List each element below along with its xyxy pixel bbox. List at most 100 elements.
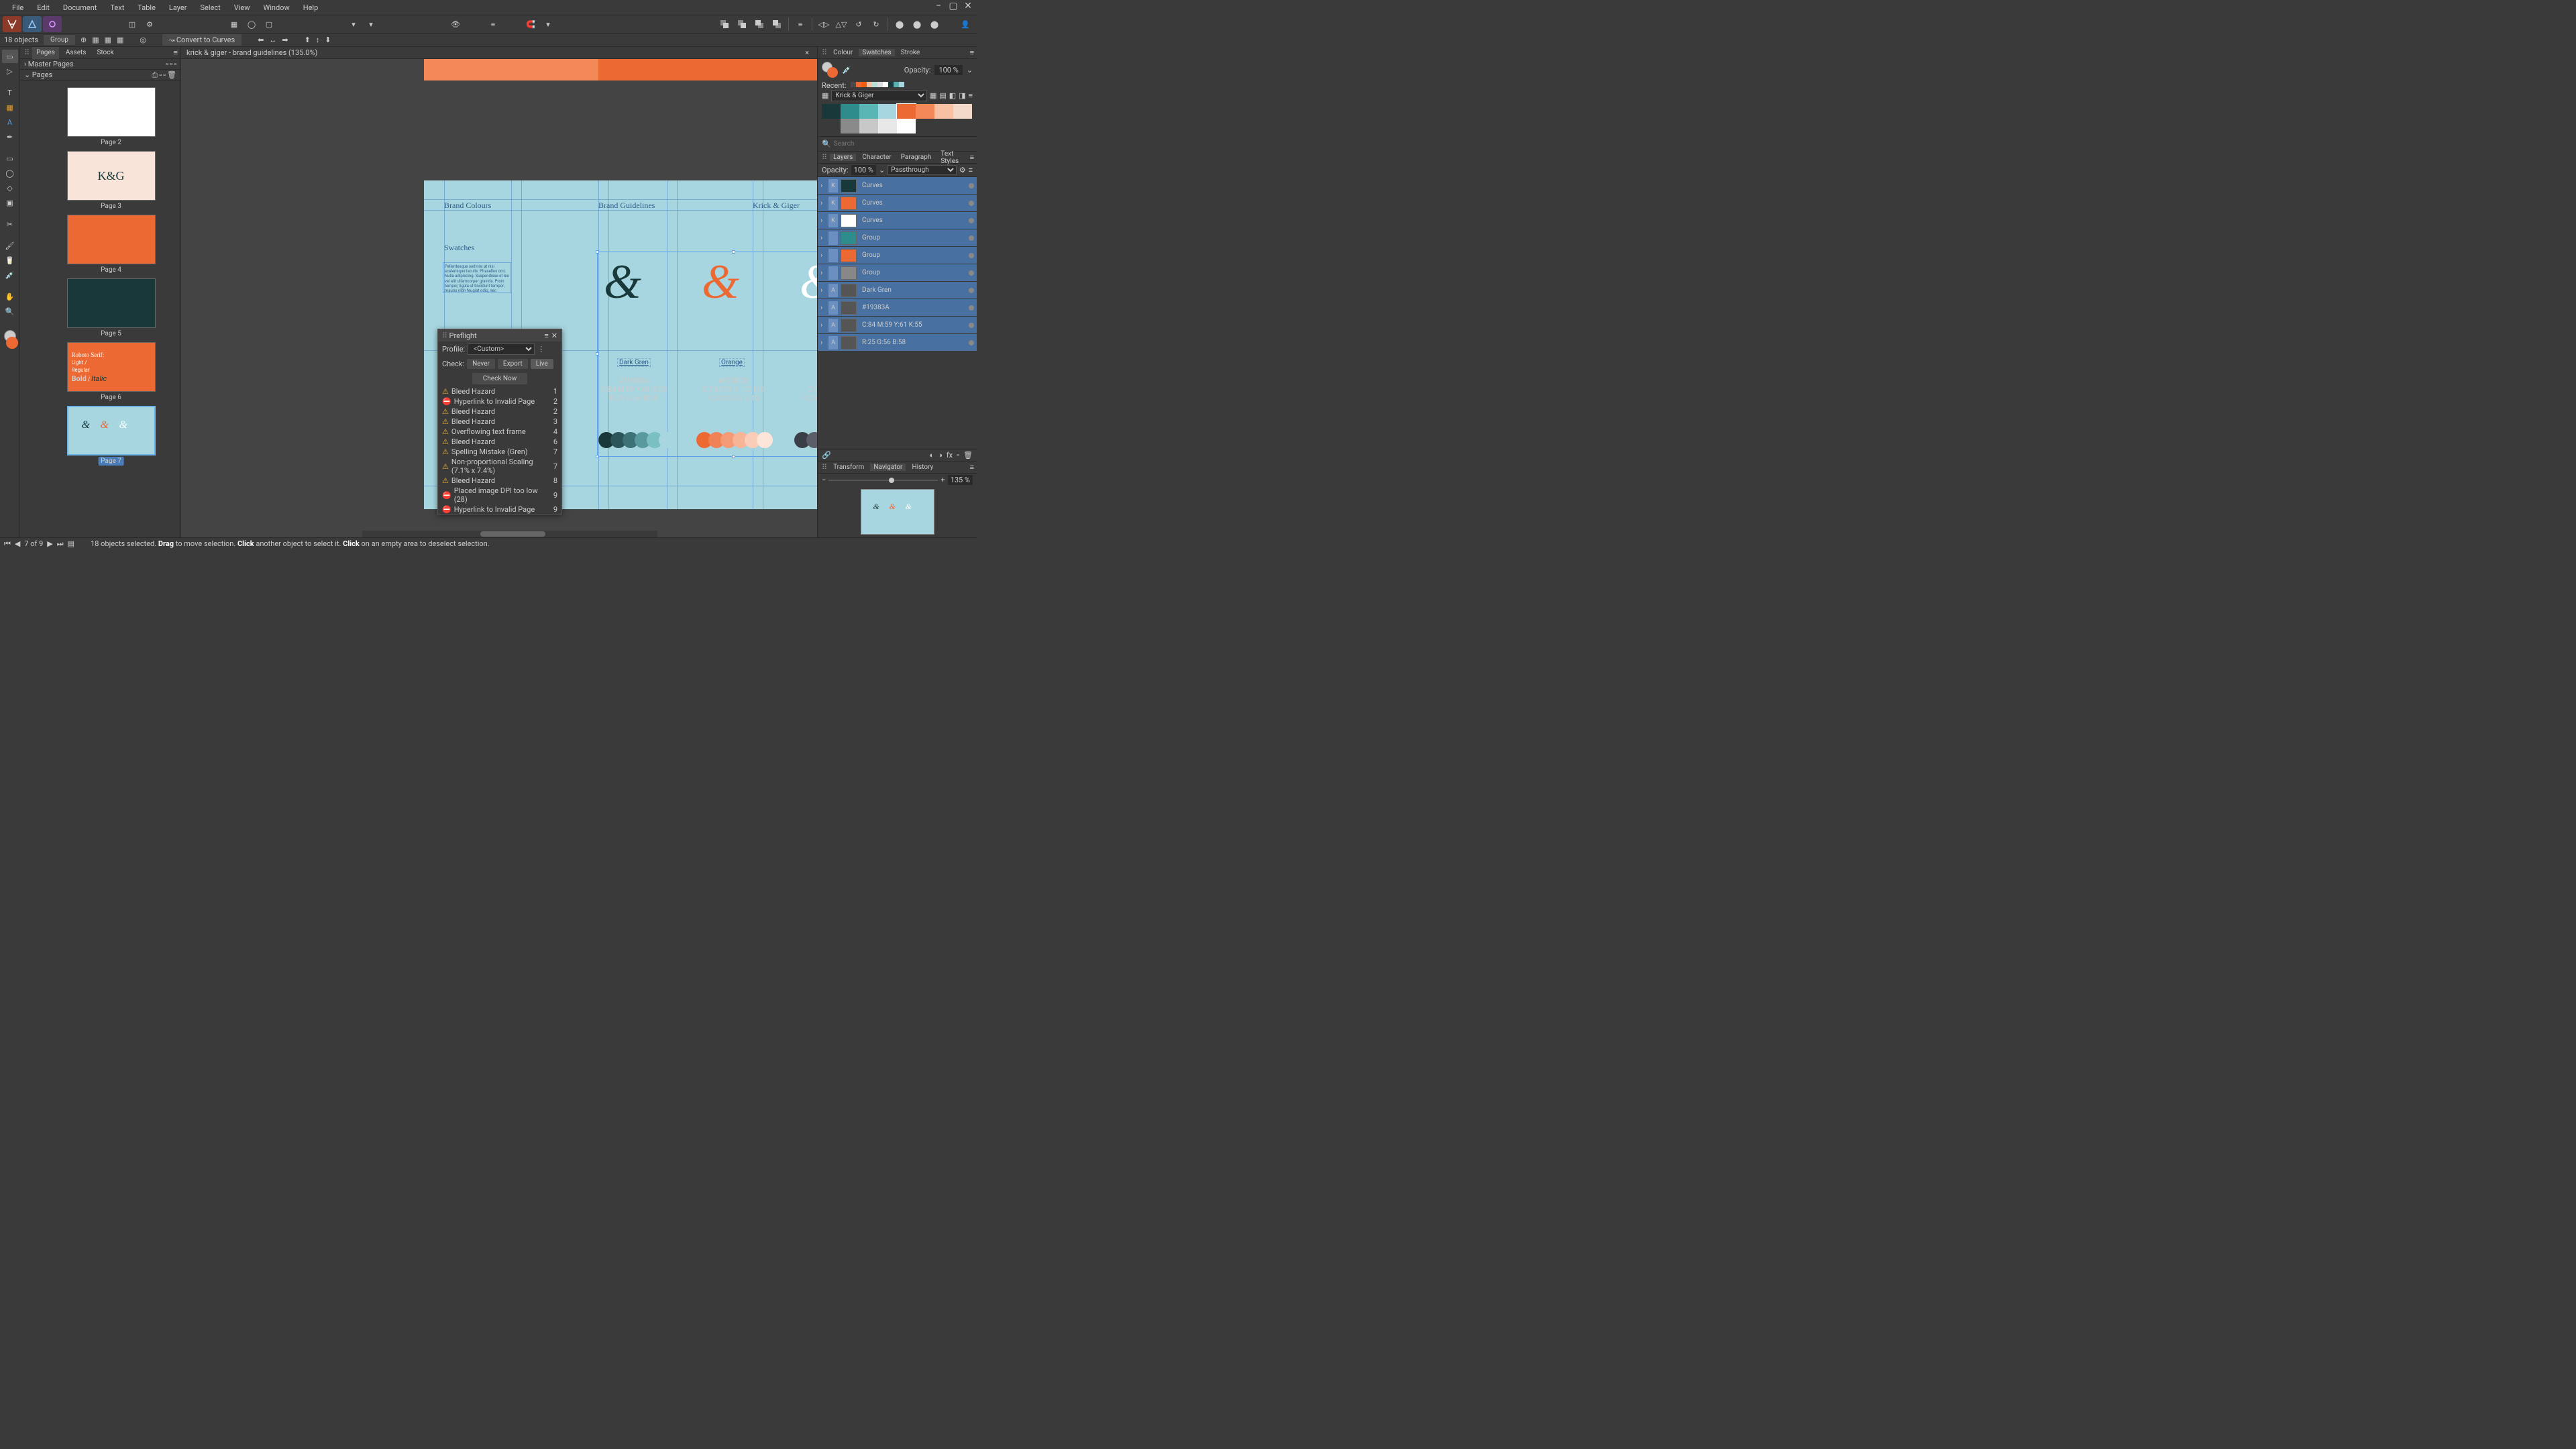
align-mid-icon[interactable]: ↕ (316, 36, 320, 44)
brush-tool-icon[interactable]: 🖌 (2, 239, 18, 252)
frame-text-tool-icon[interactable]: T (2, 86, 18, 99)
add-icon[interactable]: ▾ (345, 16, 362, 32)
visibility-toggle-icon[interactable] (969, 183, 974, 189)
pages-opts-icon[interactable]: ⎙ (152, 70, 158, 80)
align-left-icon[interactable]: ⬅ (258, 36, 264, 44)
view-mode-icon[interactable]: ◫ (123, 16, 141, 32)
check-now-button[interactable]: Check Now (472, 373, 527, 384)
align-bot-icon[interactable]: ⬇ (325, 36, 331, 44)
order-front-icon[interactable] (768, 16, 786, 32)
tab-layers[interactable]: Layers (830, 154, 856, 161)
preflight-item[interactable]: ⚠Bleed Hazard6 (438, 437, 561, 447)
swatch-add2-icon[interactable]: ◨ (959, 91, 965, 100)
layers-menu-icon[interactable]: ≡ (970, 153, 977, 162)
preflight-item[interactable]: ⚠Bleed Hazard1 (438, 386, 561, 396)
recent-swatch[interactable] (899, 82, 904, 87)
tab-swatches[interactable]: Swatches (859, 49, 894, 56)
bool-sub-icon[interactable]: ⬤ (908, 16, 926, 32)
palette-swatch[interactable] (897, 119, 916, 133)
master-dup-icon[interactable]: ▫ (170, 60, 172, 68)
layer-row[interactable]: ›Group (818, 264, 977, 282)
zoom-value[interactable]: 135 % (948, 475, 973, 485)
rotate-cw-icon[interactable]: ↻ (867, 16, 885, 32)
minimize-icon[interactable]: − (932, 0, 945, 12)
fill-color-swatch[interactable] (6, 337, 18, 349)
chevron-right-icon[interactable]: › (820, 181, 826, 190)
eyedropper-icon[interactable]: 💉 (842, 66, 851, 74)
preflight-item[interactable]: ⛔Hyperlink to Invalid Page2 (438, 396, 561, 407)
snap-icon[interactable]: 🧲 (522, 16, 539, 32)
toggle2-icon[interactable]: ▢ (260, 16, 278, 32)
swatch-add-icon[interactable]: ◧ (949, 91, 956, 100)
menu-file[interactable]: File (5, 0, 30, 15)
visibility-toggle-icon[interactable] (969, 218, 974, 223)
palette-swatch[interactable] (859, 119, 878, 133)
layer-opacity-value[interactable]: 100 % (851, 165, 876, 175)
layer-row[interactable]: ›KCurves (818, 177, 977, 195)
align-top-icon[interactable]: ⬆ (305, 36, 311, 44)
label-orange[interactable]: Orange (719, 358, 745, 367)
palette-swatch[interactable] (953, 104, 972, 119)
fill-tool-icon[interactable]: 🥛 (2, 254, 18, 267)
tab-history[interactable]: History (908, 464, 936, 471)
menu-select[interactable]: Select (193, 0, 227, 15)
layer-row[interactable]: ›AC:84 M:59 Y:61 K:55 (818, 317, 977, 334)
canvas[interactable]: krick & giger - brand guidelines (135.0%… (181, 47, 817, 537)
master-pages-heading[interactable]: Master Pages (28, 60, 74, 68)
zoom-out-icon[interactable]: − (822, 476, 826, 484)
pen-tool-icon[interactable]: ✒ (2, 130, 18, 144)
convert-curves-button[interactable]: ↝ Convert to Curves (162, 34, 241, 46)
toggle-icon[interactable]: ◯ (243, 16, 260, 32)
check-never-button[interactable]: Never (467, 359, 495, 369)
palette-select[interactable]: Krick & Giger (831, 90, 927, 101)
chevron-right-icon[interactable]: › (820, 268, 826, 277)
visibility-toggle-icon[interactable] (969, 323, 974, 328)
page-thumb-6[interactable]: Roboto Serif:Light /RegularBold / Italic… (67, 342, 156, 402)
tab-transform[interactable]: Transform (830, 464, 867, 471)
layer-row[interactable]: ›AR:25 G:56 B:58 (818, 334, 977, 352)
anchor2-icon[interactable]: ▦ (92, 36, 99, 44)
app-designer-icon[interactable] (23, 16, 42, 32)
tab-stock[interactable]: Stock (93, 47, 117, 59)
page-thumb-3[interactable]: K&GPage 3 (67, 151, 156, 211)
layer-opts-icon[interactable]: ≡ (969, 166, 973, 174)
page-del-icon[interactable]: 🗑 (167, 70, 176, 80)
prev-page-icon[interactable]: ◀ (15, 539, 20, 548)
anchor3-icon[interactable]: ▦ (105, 36, 111, 44)
prefs-icon[interactable]: ⚙ (141, 16, 158, 32)
flip-h-icon[interactable]: ◁▷ (815, 16, 833, 32)
menu-window[interactable]: Window (256, 0, 296, 15)
close-icon[interactable]: ✕ (962, 0, 974, 12)
profile-opts-icon[interactable]: ⋮ (537, 345, 545, 354)
close-doc-icon[interactable]: × (802, 48, 812, 57)
label-dark-gren[interactable]: Dark Gren (617, 358, 651, 367)
swatch-view2-icon[interactable]: ▤ (939, 91, 946, 100)
check-live-button[interactable]: Live (531, 359, 553, 369)
align-center-icon[interactable]: ↔ (269, 36, 276, 44)
recent-swatch[interactable] (883, 82, 888, 87)
layer-row[interactable]: ›KCurves (818, 212, 977, 229)
palette-swatch[interactable] (822, 119, 841, 133)
page-thumb-7[interactable]: &&&Page 7 (67, 406, 156, 466)
tint-row-orange[interactable] (696, 432, 773, 448)
rotate-ccw-icon[interactable]: ↺ (850, 16, 867, 32)
zoom-slider[interactable] (828, 480, 938, 481)
rect-tool-icon[interactable]: ▭ (2, 152, 18, 165)
swatch-opts-icon[interactable]: ≡ (969, 91, 973, 100)
crop-tool-icon[interactable]: ✂ (2, 217, 18, 231)
page-thumb-5[interactable]: Page 5 (67, 278, 156, 338)
preflight-item[interactable]: ⛔Hyperlink to Invalid Page9 (438, 504, 561, 514)
preflight-menu-icon[interactable]: ≡ (544, 331, 548, 340)
menu-view[interactable]: View (227, 0, 257, 15)
swatches-menu-icon[interactable]: ≡ (970, 48, 977, 57)
tab-paragraph[interactable]: Paragraph (898, 154, 935, 161)
preflight-item[interactable]: ⚠Bleed Hazard8 (438, 476, 561, 486)
chevron-right-icon[interactable]: › (820, 286, 826, 294)
tab-stroke[interactable]: Stroke (898, 49, 923, 56)
layer-add-icon[interactable]: ▫ (957, 451, 959, 460)
ellipse-tool-icon[interactable]: ◯ (2, 166, 18, 180)
page-dup-icon[interactable]: ▫ (163, 70, 166, 80)
baseline-icon[interactable]: ≡ (484, 16, 502, 32)
recent-swatch[interactable] (856, 82, 861, 87)
layer-fx-icon[interactable]: ⚙ (959, 166, 966, 174)
